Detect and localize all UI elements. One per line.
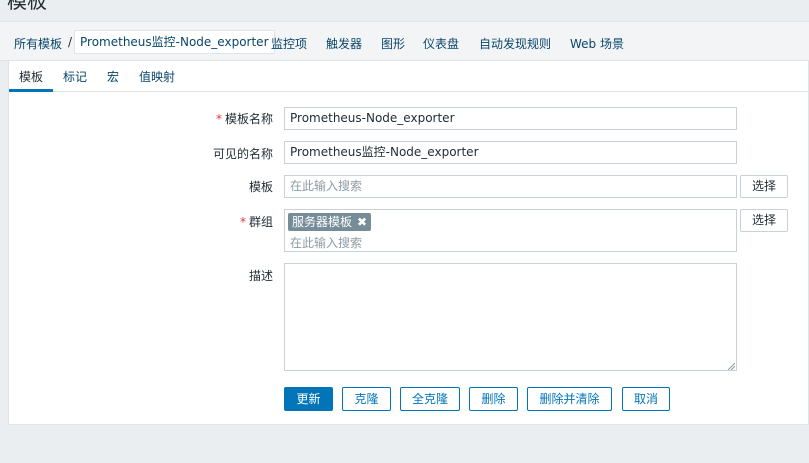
breadcrumb-all-templates[interactable]: 所有模板 <box>14 35 62 52</box>
resize-handle-icon[interactable] <box>727 362 735 370</box>
tab-tags[interactable]: 标记 <box>63 68 87 85</box>
description-label: 描述 <box>248 269 273 283</box>
groups-label: * 群组 <box>239 215 273 229</box>
breadcrumb: 所有模板 / Prometheus监控-Node_exporter 监控项 触发… <box>0 21 809 61</box>
delete-and-clear-button[interactable]: 删除并清除 <box>527 387 612 411</box>
groups-multiselect[interactable]: 服务器模板 ✖ 在此输入搜索 <box>284 209 737 252</box>
group-chip: 服务器模板 ✖ <box>288 213 372 231</box>
breadcrumb-current-template[interactable]: Prometheus监控-Node_exporter <box>74 30 275 54</box>
groups-select-button[interactable]: 选择 <box>740 209 788 232</box>
tab-value-mapping[interactable]: 值映射 <box>139 68 175 85</box>
nav-dashboards-link[interactable]: 仪表盘 <box>423 35 459 52</box>
group-chip-label: 服务器模板 <box>292 215 353 229</box>
templates-select-button[interactable]: 选择 <box>740 175 788 198</box>
template-name-field[interactable]: Prometheus-Node_exporter <box>284 107 737 130</box>
visible-name-field[interactable]: Prometheus监控-Node_exporter <box>284 141 737 164</box>
tab-bar: 模板 标记 宏 值映射 <box>9 61 809 92</box>
tab-template[interactable]: 模板 <box>19 68 43 85</box>
clone-button[interactable]: 克隆 <box>342 387 391 411</box>
chip-remove-icon[interactable]: ✖ <box>357 215 367 229</box>
template-form-panel: 模板 标记 宏 值映射 * 模板名称 Prometheus-Node_export… <box>8 61 809 425</box>
full-clone-button[interactable]: 全克隆 <box>400 387 460 411</box>
visible-name-label: 可见的名称 <box>212 147 273 161</box>
active-tab-indicator <box>9 89 53 92</box>
required-mark: * <box>239 215 246 229</box>
nav-items-link[interactable]: 监控项 <box>271 35 307 52</box>
nav-discovery-rules-link[interactable]: 自动发现规则 <box>479 35 551 52</box>
breadcrumb-separator: / <box>68 35 73 49</box>
tab-macros[interactable]: 宏 <box>107 68 119 85</box>
page-title: 模板 <box>7 0 47 13</box>
template-name-label: * 模板名称 <box>215 112 273 126</box>
required-mark: * <box>215 112 222 126</box>
templates-search-input[interactable]: 在此输入搜索 <box>284 175 737 198</box>
templates-label: 模板 <box>248 180 273 194</box>
nav-triggers-link[interactable]: 触发器 <box>326 35 362 52</box>
nav-graphs-link[interactable]: 图形 <box>381 35 405 52</box>
nav-web-scenarios-link[interactable]: Web 场景 <box>570 35 624 52</box>
cancel-button[interactable]: 取消 <box>622 387 670 411</box>
update-button[interactable]: 更新 <box>284 387 333 411</box>
description-textarea[interactable] <box>284 263 737 371</box>
delete-button[interactable]: 删除 <box>469 387 518 411</box>
groups-search-input[interactable]: 在此输入搜索 <box>290 234 362 251</box>
